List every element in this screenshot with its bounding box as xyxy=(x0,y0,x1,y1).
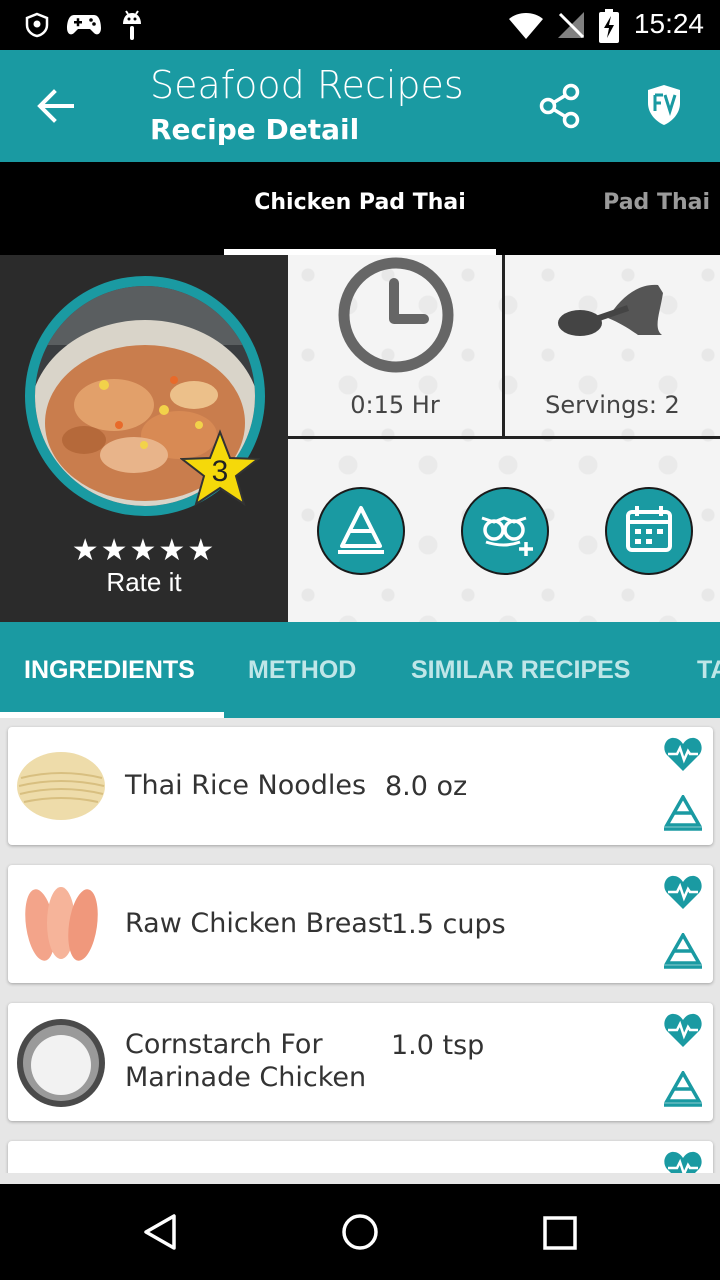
android-debug-icon xyxy=(123,10,141,40)
nutrition-pyramid-icon[interactable] xyxy=(663,795,703,831)
ingredient-thumb-chicken xyxy=(25,887,98,961)
nutrition-pyramid-icon[interactable] xyxy=(663,933,703,969)
ingredient-qty: 8.0 oz xyxy=(385,771,468,802)
heart-health-icon[interactable] xyxy=(663,735,703,773)
grid-divider-horizontal xyxy=(288,436,720,439)
rate-it-label[interactable]: Rate it xyxy=(0,567,288,598)
heart-health-icon[interactable] xyxy=(663,1011,703,1049)
tab-more[interactable]: TA xyxy=(697,656,720,685)
add-to-cookbook-button[interactable] xyxy=(460,486,550,576)
recipe-tabs: Chicken Pad Thai Pad Thai xyxy=(0,162,720,255)
cook-time: 0:15 Hr xyxy=(350,391,440,419)
ingredients-list: Thai Rice Noodles 8.0 oz Raw Chicken Bre… xyxy=(0,718,720,1173)
meal-planner-calendar-button[interactable] xyxy=(604,486,694,576)
gamepad-icon xyxy=(67,15,101,35)
tab-similar-recipes[interactable]: SIMILAR RECIPES xyxy=(411,656,630,685)
ingredient-thumb-noodles xyxy=(17,752,105,820)
status-bar: 15:24 xyxy=(0,0,720,50)
back-arrow-icon[interactable] xyxy=(36,88,74,124)
ingredient-card[interactable]: Cornstarch For Marinade Chicken 1.0 tsp xyxy=(8,1003,713,1121)
app-bar: Seafood Recipes Recipe Detail xyxy=(0,50,720,162)
system-nav-bar xyxy=(0,1184,720,1280)
nutrition-pyramid-button[interactable] xyxy=(316,486,406,576)
share-icon[interactable] xyxy=(538,83,582,129)
nutrition-pyramid-icon[interactable] xyxy=(663,1071,703,1107)
ingredient-thumb-cornstarch xyxy=(17,1019,105,1107)
ingredient-card[interactable]: Raw Chicken Breast 1.5 cups xyxy=(8,865,713,983)
nav-home-icon[interactable] xyxy=(340,1212,380,1252)
ingredient-card-partial[interactable] xyxy=(8,1141,713,1173)
wifi-icon xyxy=(509,13,543,39)
no-signal-icon xyxy=(558,12,585,39)
recipe-tab-pad-thai[interactable]: Pad Thai xyxy=(560,190,720,215)
status-time: 15:24 xyxy=(633,8,704,39)
recipe-photo-panel: 3 ★★★★★ Rate it xyxy=(0,255,288,622)
ingredient-name: Raw Chicken Breast xyxy=(125,908,393,939)
servings: Servings: 2 xyxy=(545,391,680,419)
detail-tabs: INGREDIENTS METHOD SIMILAR RECIPES TA xyxy=(0,622,720,718)
nav-recents-icon[interactable] xyxy=(541,1214,579,1252)
nav-back-icon[interactable] xyxy=(140,1212,180,1252)
favorite-shield-icon[interactable] xyxy=(644,83,684,127)
clock-icon xyxy=(338,257,454,373)
ingredient-name: Cornstarch For Marinade Chicken xyxy=(125,1029,367,1093)
screen-subtitle: Recipe Detail xyxy=(150,113,360,146)
serving-spoon-icon xyxy=(558,284,663,336)
ingredient-qty: 1.0 tsp xyxy=(391,1030,485,1061)
ingredient-name: Thai Rice Noodles xyxy=(125,770,367,801)
rating-badge-value: 3 xyxy=(211,455,229,488)
battery-charging-icon xyxy=(599,9,619,43)
rating-stars[interactable]: ★★★★★ xyxy=(0,533,288,568)
recipe-tab-chicken-pad-thai[interactable]: Chicken Pad Thai xyxy=(224,190,496,215)
heart-health-icon[interactable] xyxy=(663,873,703,911)
tab-ingredients[interactable]: INGREDIENTS xyxy=(24,656,195,685)
heart-health-icon[interactable] xyxy=(663,1149,703,1173)
recipe-info-grid: 0:15 Hr Servings: 2 xyxy=(288,255,720,622)
ingredient-card[interactable]: Thai Rice Noodles 8.0 oz xyxy=(8,727,713,845)
shield-icon xyxy=(25,12,49,38)
ingredient-qty: 1.5 cups xyxy=(391,909,506,940)
tab-method[interactable]: METHOD xyxy=(248,656,356,685)
app-title: Seafood Recipes xyxy=(150,63,464,107)
